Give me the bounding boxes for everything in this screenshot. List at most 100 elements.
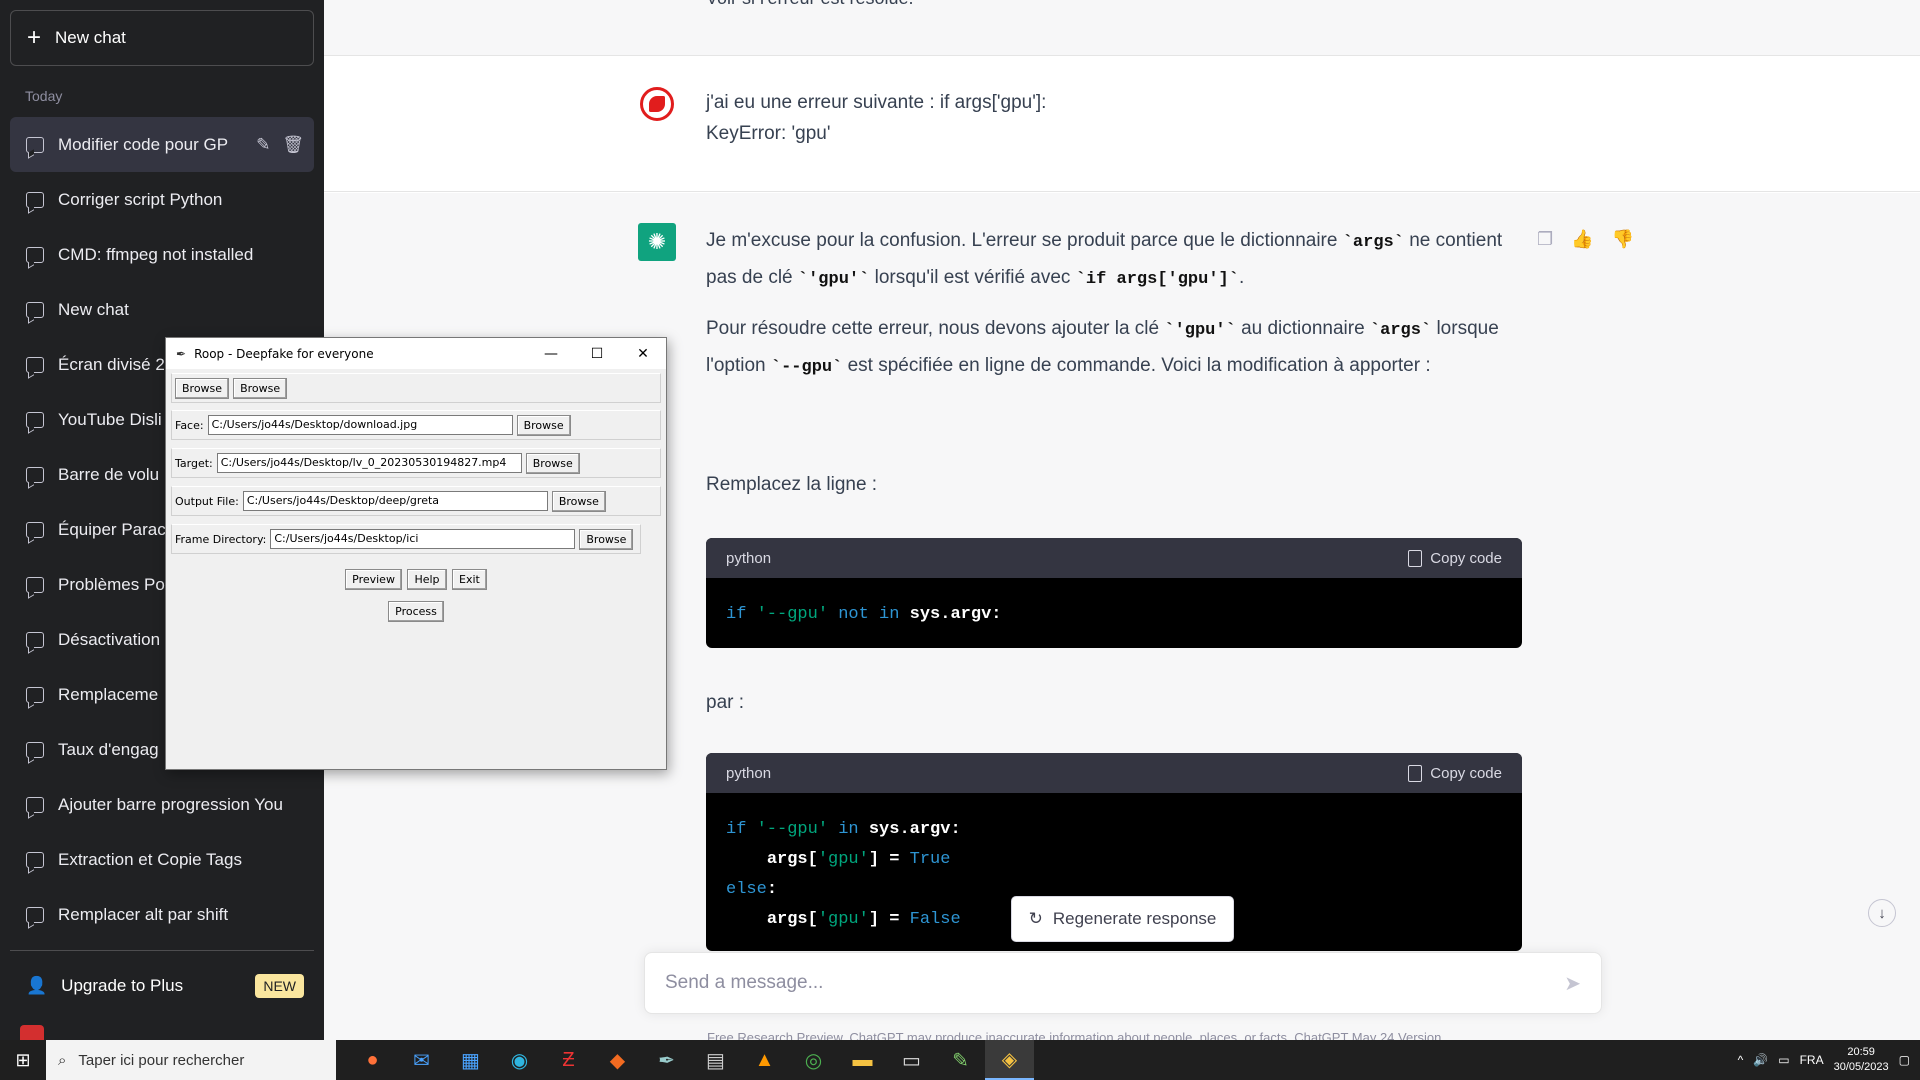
process-button[interactable]: Process [388, 601, 444, 622]
chat-history-item[interactable]: Modifier code pour GP ✎ 🗑 [10, 117, 314, 172]
assistant-paragraph: Remplacez la ligne : [706, 474, 878, 495]
code-keyword: if [726, 820, 747, 839]
output-file-input[interactable]: C:/Users/jo44s/Desktop/deep/greta [242, 491, 548, 511]
previous-message: Voir si l'erreur est résolue. [324, 0, 1920, 56]
refresh-icon: ↻ [1028, 909, 1043, 928]
browse-face-button[interactable]: Browse [516, 414, 571, 436]
chat-bubble-icon [26, 741, 44, 758]
code-text: sys.argv: [909, 605, 1002, 624]
terminal-icon[interactable]: ▭ [887, 1040, 936, 1080]
copy-code-button[interactable]: Copy code [1408, 549, 1502, 567]
chat-history-item[interactable]: New chat [10, 282, 314, 337]
chat-history-item[interactable]: CMD: ffmpeg not installed [10, 227, 314, 282]
clock[interactable]: 20:59 30/05/2023 [1834, 1045, 1889, 1075]
maximize-icon[interactable]: ☐ [574, 346, 620, 362]
notification-icon[interactable]: ▢ [1899, 1053, 1910, 1067]
user-message-line: j'ai eu une erreur suivante : if args['g… [706, 92, 1047, 113]
browse-output-button[interactable]: Browse [551, 490, 606, 512]
vlc-icon[interactable]: ▲ [740, 1040, 789, 1080]
code-line: if '--gpu' not in sys.argv: [726, 600, 1502, 630]
help-button[interactable]: Help [407, 569, 447, 590]
app-orange-icon[interactable]: ◆ [593, 1040, 642, 1080]
network-icon[interactable]: ▭ [1778, 1053, 1789, 1067]
user-message-text: j'ai eu une erreur suivante : if args['g… [706, 87, 1046, 149]
code-block-header: python Copy code [706, 753, 1522, 793]
chat-history-item[interactable]: Extraction et Copie Tags [10, 832, 314, 887]
close-icon[interactable]: ✕ [620, 346, 666, 362]
edge-icon[interactable]: ◉ [495, 1040, 544, 1080]
edit-icon[interactable]: ✎ [256, 135, 270, 155]
chat-history-item[interactable]: Corriger script Python [10, 172, 314, 227]
code-line: args['gpu'] = True [726, 845, 1502, 875]
folder-icon[interactable]: ▬ [838, 1040, 887, 1080]
code-string: '--gpu' [756, 605, 829, 624]
windows-start-icon[interactable]: ⊞ [0, 1040, 46, 1080]
taskbar-search[interactable]: ⌕ Taper ici pour rechercher [46, 1040, 336, 1080]
face-label: Face: [175, 418, 204, 432]
chat-history-label: New chat [58, 299, 129, 319]
code-text: : [766, 880, 778, 899]
store-icon[interactable]: ▦ [446, 1040, 495, 1080]
code-block: python Copy code if '--gpu' not in sys.a… [706, 538, 1522, 648]
app-active-icon[interactable]: ◈ [985, 1040, 1034, 1080]
code-text: ] = [868, 850, 910, 869]
frame-directory-input[interactable]: C:/Users/jo44s/Desktop/ici [270, 529, 576, 549]
browse-frame-button[interactable]: Browse [579, 528, 634, 550]
chat-history-item[interactable]: Ajouter barre progression You [10, 777, 314, 832]
roop-titlebar[interactable]: ✒ Roop - Deepfake for everyone — ☐ ✕ [166, 338, 666, 369]
browse-target-button[interactable]: Browse [525, 452, 580, 474]
minimize-icon[interactable]: — [528, 346, 574, 362]
python-feather-icon[interactable]: ✒ [642, 1040, 691, 1080]
chat-bubble-icon [26, 356, 44, 373]
code-keyword: if [726, 605, 747, 624]
new-chat-button[interactable]: + New chat [10, 10, 314, 66]
send-icon[interactable]: ➤ [1564, 971, 1581, 996]
new-badge: NEW [255, 974, 304, 998]
speaker-icon[interactable]: 🔊 [1753, 1053, 1768, 1067]
roop-face-row: Face: C:/Users/jo44s/Desktop/download.jp… [171, 410, 661, 440]
firefox-icon[interactable]: ● [348, 1040, 397, 1080]
frame-directory-label: Frame Directory: [175, 532, 267, 546]
notepad-icon[interactable]: ✎ [936, 1040, 985, 1080]
chevron-up-icon[interactable]: ^ [1738, 1053, 1744, 1067]
upgrade-button[interactable]: 👤 Upgrade to Plus NEW [10, 960, 314, 1012]
chat-bubble-icon [26, 136, 44, 153]
chat-bubble-icon [26, 851, 44, 868]
code-keyword: True [909, 850, 951, 869]
preview-button[interactable]: Preview [345, 569, 402, 590]
regenerate-response-button[interactable]: ↻ Regenerate response [1011, 896, 1234, 942]
copy-code-button[interactable]: Copy code [1408, 764, 1502, 782]
filezilla-icon[interactable]: Ƶ [544, 1040, 593, 1080]
code-text: args[ [766, 910, 818, 929]
inline-code: `args` [1342, 233, 1404, 252]
scroll-down-button[interactable]: ↓ [1868, 899, 1896, 927]
message-input-container: ➤ [644, 952, 1602, 1014]
face-path-input[interactable]: C:/Users/jo44s/Desktop/download.jpg [207, 415, 513, 435]
browse-button[interactable]: Browse [175, 377, 230, 399]
chat-bubble-icon [26, 301, 44, 318]
mail-icon[interactable]: ✉ [397, 1040, 446, 1080]
exit-button[interactable]: Exit [452, 569, 487, 590]
roop-browse-row: Browse Browse [171, 373, 661, 403]
inline-code: `--gpu` [770, 358, 843, 377]
chat-history-item[interactable]: Remplacer alt par shift [10, 887, 314, 942]
thumbs-down-icon[interactable]: 👎 [1612, 229, 1634, 250]
language-indicator[interactable]: FRA [1800, 1053, 1824, 1067]
file-manager-icon[interactable]: ▤ [691, 1040, 740, 1080]
trash-icon[interactable]: 🗑 [282, 135, 304, 155]
code-string: '--gpu' [756, 820, 829, 839]
code-block-header: python Copy code [706, 538, 1522, 578]
chat-history-label: CMD: ffmpeg not installed [58, 244, 254, 264]
user-account-row[interactable] [20, 1025, 44, 1040]
clipboard-icon[interactable]: ❐ [1537, 229, 1553, 250]
target-path-input[interactable]: C:/Users/jo44s/Desktop/lv_0_202305301948… [216, 453, 522, 473]
thumbs-up-icon[interactable]: 👍 [1571, 229, 1593, 250]
chat-history-label: Modifier code pour GP [58, 134, 229, 154]
chrome-icon[interactable]: ◎ [789, 1040, 838, 1080]
chat-history-label: Extraction et Copie Tags [58, 849, 242, 869]
message-input[interactable] [665, 972, 1565, 994]
code-keyword: False [909, 910, 961, 929]
code-string: 'gpu' [817, 910, 869, 929]
footer-disclaimer: Free Research Preview. ChatGPT may produ… [707, 1030, 1442, 1040]
browse-button[interactable]: Browse [233, 377, 288, 399]
